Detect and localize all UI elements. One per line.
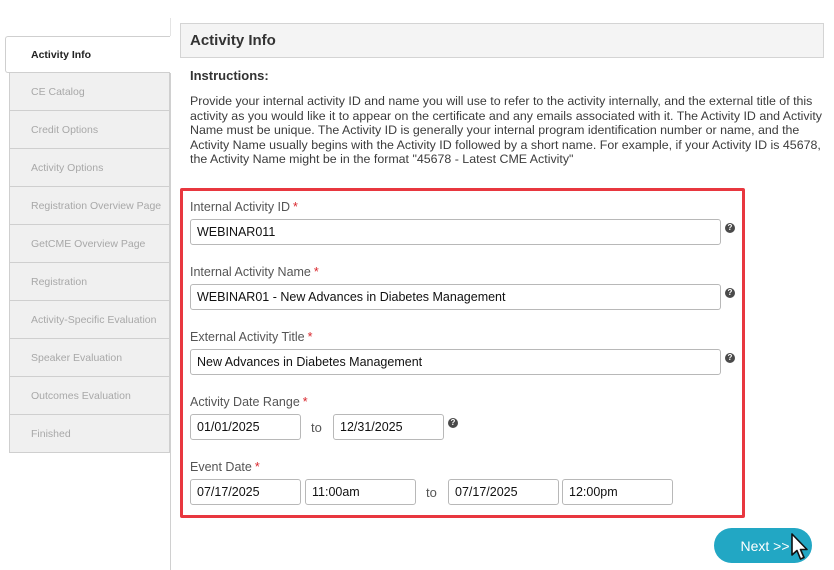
sidebar-item-finished[interactable]: Finished (9, 415, 170, 453)
internal-activity-name-input[interactable] (190, 284, 721, 310)
date-range-label-text: Activity Date Range (190, 395, 300, 409)
required-marker: * (254, 460, 260, 474)
required-marker: * (302, 395, 308, 409)
sidebar-item-outcomes-evaluation[interactable]: Outcomes Evaluation (9, 377, 170, 415)
event-end-time-input[interactable] (562, 479, 673, 505)
sidebar-item-speaker-evaluation[interactable]: Speaker Evaluation (9, 339, 170, 377)
external-activity-title-input[interactable] (190, 349, 721, 375)
sidebar-item-credit-options[interactable]: Credit Options (9, 111, 170, 149)
internal-id-label: Internal Activity ID * (190, 200, 298, 214)
sidebar-item-activity-info[interactable]: Activity Info (5, 36, 170, 73)
sidebar-item-ce-catalog[interactable]: CE Catalog (9, 73, 170, 111)
mouse-pointer-icon (791, 533, 808, 560)
external-title-label-text: External Activity Title (190, 330, 305, 344)
date-range-end-input[interactable] (333, 414, 444, 440)
help-icon[interactable]: ? (725, 288, 735, 298)
wizard-sidebar: Activity Info CE Catalog Credit Options … (5, 36, 170, 453)
help-icon[interactable]: ? (448, 418, 458, 428)
help-icon[interactable]: ? (725, 223, 735, 233)
internal-name-label-text: Internal Activity Name (190, 265, 311, 279)
event-start-time-input[interactable] (305, 479, 416, 505)
content-divider-top (170, 18, 171, 36)
help-icon[interactable]: ? (725, 353, 735, 363)
event-date-to-label: to (426, 485, 437, 500)
event-end-date-input[interactable] (448, 479, 559, 505)
sidebar-item-getcme-overview-page[interactable]: GetCME Overview Page (9, 225, 170, 263)
date-range-label: Activity Date Range * (190, 395, 308, 409)
external-title-label: External Activity Title * (190, 330, 313, 344)
sidebar-item-activity-options[interactable]: Activity Options (9, 149, 170, 187)
content-divider (170, 73, 171, 570)
required-marker: * (293, 200, 298, 214)
instructions-text: Provide your internal activity ID and na… (190, 94, 823, 167)
internal-name-label: Internal Activity Name * (190, 265, 319, 279)
instructions-heading: Instructions: (190, 68, 269, 83)
event-start-date-input[interactable] (190, 479, 301, 505)
sidebar-item-registration-overview-page[interactable]: Registration Overview Page (9, 187, 170, 225)
required-marker: * (307, 330, 313, 344)
date-range-to-label: to (311, 420, 322, 435)
event-date-label-text: Event Date (190, 460, 252, 474)
event-date-label: Event Date * (190, 460, 260, 474)
date-range-start-input[interactable] (190, 414, 301, 440)
required-marker: * (313, 265, 319, 279)
internal-activity-id-input[interactable] (190, 219, 721, 245)
sidebar-item-activity-specific-evaluation[interactable]: Activity-Specific Evaluation (9, 301, 170, 339)
page-title: Activity Info (180, 23, 824, 58)
internal-id-label-text: Internal Activity ID (190, 200, 291, 214)
sidebar-item-registration[interactable]: Registration (9, 263, 170, 301)
